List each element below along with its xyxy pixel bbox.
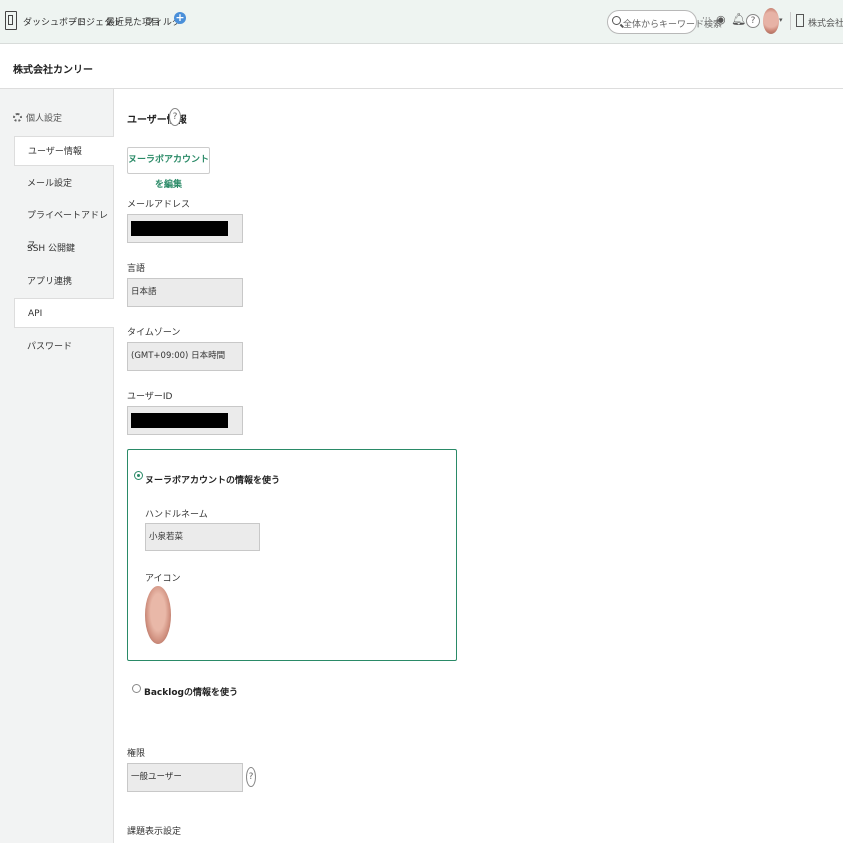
role-label: 権限 [127,749,146,759]
gear-icon [13,113,22,122]
email-field [127,214,243,243]
email-label: メールアドレス [127,200,191,210]
sidebar-item-password[interactable]: パスワード [14,332,114,362]
redacted-value [131,221,228,236]
timezone-field: (GMT+09:00) 日本時間 [127,342,243,371]
role-field: 一般ユーザー [127,763,243,792]
sidebar: 個人設定 ユーザー情報 メール設定 プライベートアドレス SSH 公開鍵 アプリ… [0,89,114,843]
sidebar-item-mail[interactable]: メール設定 [14,169,114,199]
main-content: ユーザー情報 ? ヌーラボアカウントを編集 メールアドレス 言語 日本語 タイム… [114,89,843,843]
nulab-info-panel: ヌーラボアカウントの情報を使う ハンドルネーム 小泉若菜 アイコン [127,449,457,661]
add-button[interactable]: + [174,12,186,24]
timezone-label: タイムゾーン [127,328,181,338]
sidebar-item-private-address[interactable]: プライベートアドレス [14,201,114,251]
org-name: 株式会社カンリー [13,65,93,76]
handle-field: 小泉若菜 [145,523,260,551]
search-input[interactable]: 全体からキーワード検索 [607,10,722,34]
sidebar-item-ssh[interactable]: SSH 公開鍵 [14,234,114,264]
top-bar: ダッシュボード プロジェクト 最近見た項目 フィルタ + 全体からキーワード検索… [0,0,843,44]
divider [790,12,791,30]
bell-icon[interactable]: 🔔︎ [731,12,746,26]
help-icon[interactable]: ? [246,767,256,787]
sidebar-heading: 個人設定 [13,111,62,124]
sidebar-item-apps[interactable]: アプリ連携 [14,267,114,297]
edit-account-button[interactable]: ヌーラボアカウントを編集 [127,147,210,190]
sidebar-item-api[interactable]: API [14,298,114,328]
radio-backlog-label[interactable]: Backlogの情報を使う [144,685,238,698]
userid-label: ユーザーID [127,392,173,402]
help-icon[interactable]: ? [169,108,181,126]
display-settings-label: 課題表示設定 [127,827,182,837]
org-logo-icon [796,14,804,27]
radio-nulab[interactable] [134,471,143,480]
chevron-down-icon[interactable]: ▾ [779,16,783,24]
more-icon[interactable]: ··· [702,14,711,24]
handle-label: ハンドルネーム [145,510,208,520]
org-bar: 株式会社カンリー [0,44,843,89]
avatar [145,586,171,644]
language-label: 言語 [127,264,146,274]
avatar[interactable] [763,8,779,34]
search-icon [612,16,621,25]
help-icon[interactable]: ? [746,14,760,28]
userid-field [127,406,243,435]
sidebar-item-user-info[interactable]: ユーザー情報 [14,136,114,166]
radio-nulab-label[interactable]: ヌーラボアカウントの情報を使う [145,473,280,486]
backlog-logo-icon[interactable] [5,11,17,30]
watch-icon[interactable]: ◉ [716,13,726,26]
sidebar-heading-label: 個人設定 [26,114,63,124]
icon-label: アイコン [145,574,181,584]
language-field: 日本語 [127,278,243,307]
radio-backlog[interactable] [132,684,141,693]
org-switcher[interactable]: 株式会社カンリー [808,16,843,29]
redacted-value [131,413,228,428]
